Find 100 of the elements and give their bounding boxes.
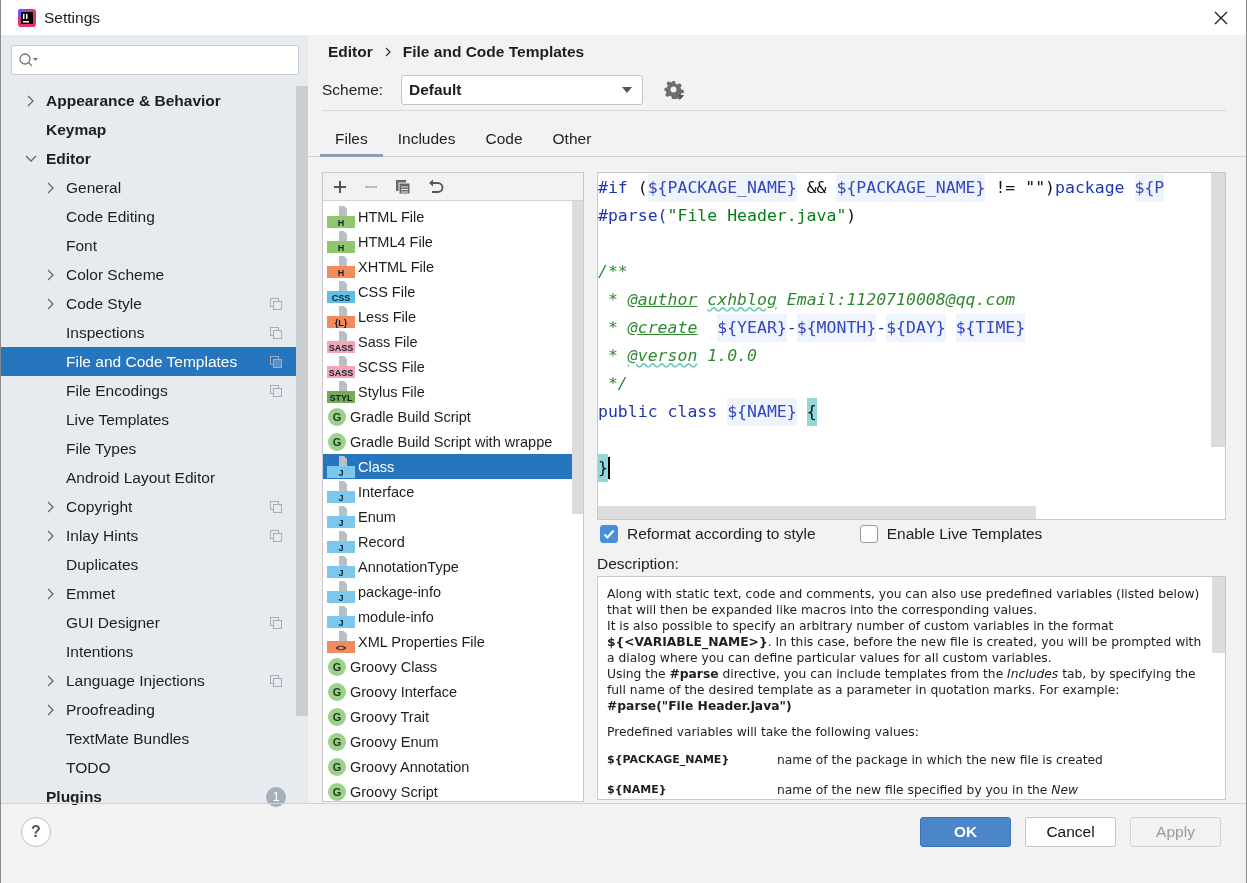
breadcrumb-item: File and Code Templates [402,43,585,61]
sidebar-item[interactable]: Code Editing [1,202,296,231]
help-button[interactable]: ? [21,817,51,847]
template-item[interactable]: H HTML File [323,204,572,229]
sidebar-item[interactable]: Code Style [1,289,296,318]
template-item[interactable]: G Groovy Class [323,654,572,679]
variable-name: ${NAME} [607,782,668,798]
tab[interactable]: Files [320,124,383,157]
groovy-icon: G [327,706,347,727]
groovy-icon: G [327,731,347,752]
template-item[interactable]: J package-info [323,579,572,604]
description-paragraph: It is also possible to specify an arbitrary number of custom variables in the format ${<VARIABLE_NAME>}. In this case, before the new file is created, you will be prompted with a dialog where you can define particular values for all custom variables. [607,618,1203,666]
dialog-button[interactable]: OK [920,817,1011,847]
description-paragraph: Along with static text, code and comments, you can also use predefined variables (listed below) that will then be expanded like macros into the corresponding values. [607,586,1201,618]
groovy-icon: G [327,756,347,777]
groovy-icon: G [327,781,347,801]
sidebar-item[interactable]: Intentions [1,637,296,666]
code-line: */ [606,373,629,395]
sidebar-item[interactable]: Copyright [1,492,296,521]
tab[interactable]: Code [470,124,538,157]
template-item[interactable]: <> XML Properties File [323,629,572,654]
plus-icon[interactable] [333,179,347,194]
template-item[interactable]: J AnnotationType [323,554,572,579]
description-label: Description: [597,554,680,574]
sidebar-item[interactable]: Language Injections [1,666,296,695]
template-item[interactable]: G Groovy Annotation [323,754,572,779]
copy-icon[interactable] [395,178,411,195]
template-item[interactable]: J Interface [323,479,572,504]
undo-icon[interactable] [428,178,444,195]
scrollbar[interactable] [572,201,583,514]
tab[interactable]: Includes [382,124,471,157]
search-icon [18,52,40,68]
groovy-icon: G [327,681,347,702]
window-title: Settings [44,8,101,27]
sidebar-item[interactable]: Proofreading [1,695,296,724]
close-icon[interactable] [1214,10,1228,25]
scrollbar[interactable] [296,86,308,716]
checkbox[interactable] [859,525,878,543]
template-item[interactable]: G Groovy Trait [323,704,572,729]
count-badge: 1 [266,786,286,807]
code-line: /** [598,261,629,283]
chevron-right-icon [384,47,391,57]
code-line: #parse("File Header.java") [598,205,858,227]
code-editor[interactable] [597,172,1226,520]
sidebar-item[interactable]: File and Code Templates [1,347,296,376]
template-item[interactable]: H XHTML File [323,254,572,279]
template-item[interactable]: SASS Sass File [323,329,572,354]
dialog-button[interactable]: Cancel [1025,817,1116,847]
sidebar-item[interactable]: TextMate Bundles [1,724,296,753]
sidebar-item[interactable]: Emmet [1,579,296,608]
variable-name: ${PACKAGE_NAME} [607,752,731,768]
template-item[interactable]: G Groovy Script [323,779,572,801]
scrollbar[interactable] [1211,173,1225,447]
template-item[interactable]: {L} Less File [323,304,572,329]
sidebar-item[interactable]: Inspections [1,318,296,347]
template-item[interactable]: G Gradle Build Script with wrappe [323,429,572,454]
checkbox[interactable] [600,525,618,543]
description-paragraph: Using the #parse directive, you can include templates from the Includes tab, by specifying the full name of the desired template as a parameter in quotation marks. For example: [607,666,1197,698]
code-line: * @verson 1.0.0 [606,345,758,367]
sidebar-item[interactable]: GUI Designer [1,608,296,637]
sidebar-item[interactable]: Font [1,231,296,260]
sidebar-item[interactable]: Editor [1,144,296,173]
search-field[interactable] [11,45,299,75]
template-item[interactable]: SASS SCSS File [323,354,572,379]
sidebar-item[interactable]: Live Templates [1,405,296,434]
scheme-dropdown[interactable]: Default [401,75,643,105]
sidebar-item[interactable]: Duplicates [1,550,296,579]
sidebar-item[interactable]: Appearance & Behavior [1,86,296,115]
template-item[interactable]: J Enum [323,504,572,529]
template-item[interactable]: G Groovy Enum [323,729,572,754]
sidebar-item[interactable]: Plugins 1 [1,782,296,811]
scrollbar[interactable] [1212,577,1225,653]
template-item[interactable]: J Class [323,454,572,479]
sidebar-item[interactable]: File Types [1,434,296,463]
checkmark-icon [602,527,616,541]
sidebar-item[interactable]: Color Scheme [1,260,296,289]
sidebar-item[interactable]: General [1,173,296,202]
template-item[interactable]: J Record [323,529,572,554]
sidebar-item[interactable]: TODO [1,753,296,782]
sidebar-item[interactable]: Android Layout Editor [1,463,296,492]
chevron-down-icon[interactable] [25,153,37,164]
sidebar-item[interactable]: Keymap [1,115,296,144]
groovy-icon: G [327,656,347,677]
sidebar-item[interactable]: Inlay Hints [1,521,296,550]
scrollbar[interactable] [598,506,1036,519]
checkbox-label: Reformat according to style [627,525,816,543]
description-paragraph: #parse("File Header.java") [607,698,793,714]
app-icon [18,8,36,27]
checkbox-label: Enable Live Templates [886,525,1043,543]
settings-icon[interactable] [664,80,684,100]
template-item[interactable]: STYL Stylus File [323,379,572,404]
dropdown-arrow-icon [622,87,632,93]
template-item[interactable]: H HTML4 File [323,229,572,254]
template-item[interactable]: CSS CSS File [323,279,572,304]
tab[interactable]: Other [537,124,607,157]
code-line: * @author cxhblog Email:1120710008@qq.com [606,289,1017,311]
template-item[interactable]: J module-info [323,604,572,629]
template-item[interactable]: G Groovy Interface [323,679,572,704]
sidebar-item[interactable]: File Encodings [1,376,296,405]
template-item[interactable]: G Gradle Build Script [323,404,572,429]
